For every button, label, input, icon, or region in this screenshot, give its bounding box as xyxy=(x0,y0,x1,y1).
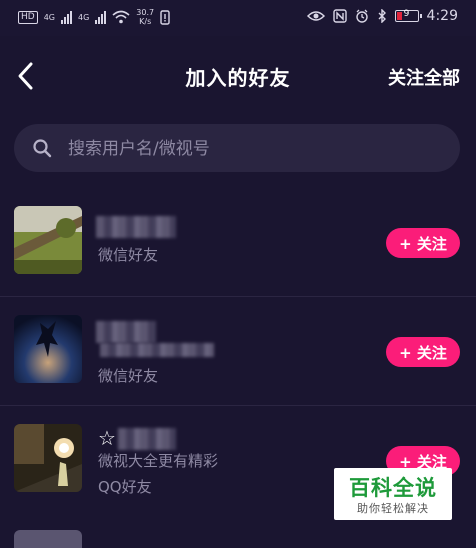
status-bar: HD 4G 4G 30.7 K/s 9 4:29 xyxy=(0,0,476,36)
signal-icon xyxy=(61,10,72,24)
follow-button[interactable]: + 关注 xyxy=(386,228,460,258)
wifi-icon xyxy=(112,10,130,24)
battery-icon: 9 xyxy=(394,9,422,22)
friend-bio: 微视大全更有精彩 xyxy=(98,452,219,470)
friend-source: QQ好友 xyxy=(98,478,152,496)
alarm-icon xyxy=(355,9,368,23)
speed-value: 30.7 xyxy=(136,8,155,17)
friend-source: 微信好友 xyxy=(98,246,159,264)
network-speed: 30.7 K/s xyxy=(136,8,154,26)
alert-battery-icon xyxy=(160,10,170,25)
nfc-icon xyxy=(332,9,347,23)
search-bar[interactable] xyxy=(14,124,460,174)
follow-all-button[interactable]: 关注全部 xyxy=(388,64,460,90)
speed-unit: K/s xyxy=(139,17,152,26)
username-blurred xyxy=(118,428,176,450)
avatar[interactable] xyxy=(14,206,82,274)
friend-row[interactable]: 微信好友 + 关注 xyxy=(0,188,476,297)
username-blurred xyxy=(100,343,214,357)
username-partial: ☆ xyxy=(98,426,116,450)
hd-badge: HD xyxy=(18,10,38,24)
watermark-logo: 百科全说 助你轻松解决 xyxy=(334,468,452,520)
search-icon xyxy=(33,139,52,158)
friend-source: 微信好友 xyxy=(98,367,159,385)
battery-level: 9 xyxy=(403,9,410,19)
avatar xyxy=(14,530,82,548)
watermark-sub-text: 助你轻松解决 xyxy=(357,502,429,515)
nav-bar: 加入的好友 关注全部 xyxy=(0,36,476,116)
avatar[interactable] xyxy=(14,424,82,492)
status-bar-right: 9 4:29 xyxy=(306,8,458,24)
friend-list: 微信好友 + 关注 微信好友 + 关注 ☆ 微视大全更有精彩 QQ好友 + 关注 xyxy=(0,188,476,514)
network-type-2: 4G xyxy=(78,12,90,22)
username-blurred xyxy=(96,321,156,343)
watermark-main-text: 百科全说 xyxy=(349,476,437,500)
friend-row[interactable]: 微信好友 + 关注 xyxy=(0,297,476,406)
status-bar-left: HD 4G 4G 30.7 K/s xyxy=(18,8,170,26)
bluetooth-icon xyxy=(378,9,386,23)
search-input[interactable] xyxy=(66,124,450,174)
username-blurred xyxy=(96,216,176,238)
follow-button[interactable]: + 关注 xyxy=(386,337,460,367)
eye-icon xyxy=(306,11,325,21)
signal-icon xyxy=(95,10,107,24)
clock: 4:29 xyxy=(426,8,458,24)
avatar[interactable] xyxy=(14,315,82,383)
network-type-1: 4G xyxy=(43,12,55,22)
